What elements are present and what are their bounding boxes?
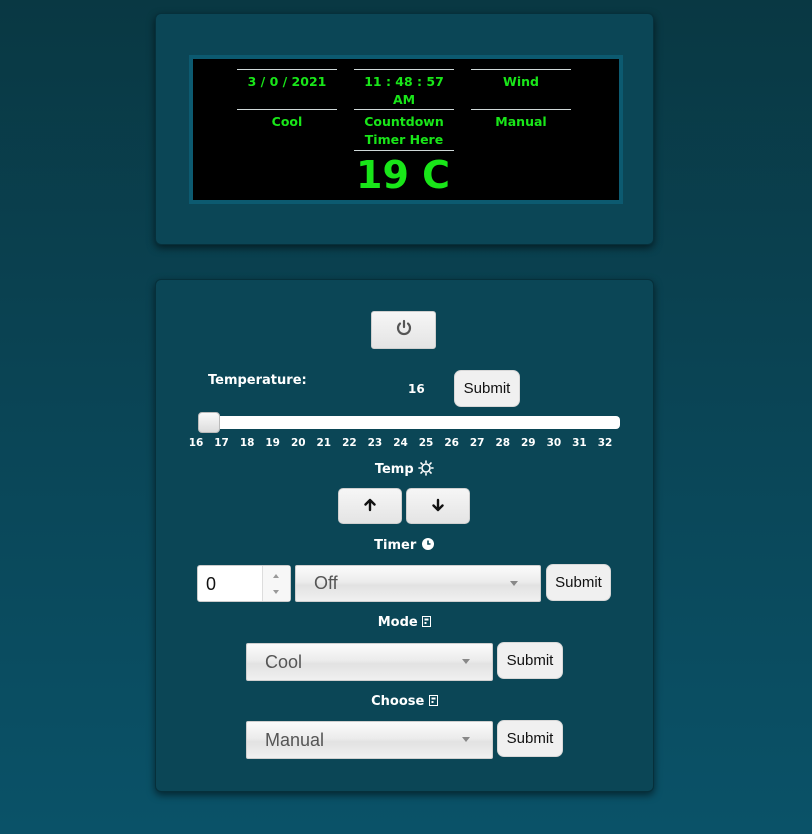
spinner-up-icon[interactable] [273, 574, 279, 578]
slider-tick-label: 25 [418, 437, 434, 449]
timer-select[interactable]: Off [295, 565, 541, 602]
temperature-value: 16 [408, 382, 425, 396]
lcd-mode: Cool [237, 109, 337, 131]
slider-tick-label: 16 [188, 437, 204, 449]
slider-tick-label: 22 [342, 437, 357, 449]
slider-tick-label: 32 [597, 437, 613, 449]
arrow-up-icon [363, 497, 377, 516]
chevron-down-icon [462, 659, 470, 664]
temp-down-button[interactable] [406, 488, 470, 524]
arrow-down-icon [431, 497, 445, 516]
slider-tick-label: 24 [393, 437, 408, 449]
temp-up-button[interactable] [338, 488, 402, 524]
temp-heading: Temp [156, 460, 653, 480]
choose-label: Choose [371, 694, 425, 709]
lcd-time: 11 : 48 : 57 AM [354, 69, 454, 109]
choose-select-value: Manual [265, 729, 325, 750]
temperature-slider[interactable] [198, 412, 620, 433]
chevron-down-icon [510, 580, 518, 586]
timer-spinner[interactable] [262, 566, 290, 601]
lcd-date: 3 / 0 / 2021 [237, 69, 337, 91]
control-panel: Temperature: 16 Submit 16 17 18 19 20 21 22 23 2… [155, 279, 654, 792]
timer-select-value: Off [314, 573, 338, 593]
slider-tick-label: 30 [546, 437, 562, 449]
power-icon [395, 319, 413, 341]
slider-tick-label: 21 [316, 437, 332, 449]
mode-select[interactable]: Cool [246, 643, 493, 681]
slider-tick-label: 17 [214, 437, 229, 449]
mode-label: Mode [377, 615, 418, 630]
clock-icon [421, 537, 435, 555]
slider-tick-label: 29 [521, 437, 536, 449]
mode-select-value: Cool [265, 651, 303, 672]
choose-heading: Choose [156, 694, 653, 710]
remote-icon [422, 616, 432, 631]
slider-tick-label: 27 [469, 437, 485, 449]
timer-label: Timer [374, 538, 417, 553]
remote-icon [428, 695, 438, 710]
lcd-control-mode: Manual [471, 109, 571, 131]
temperature-label: Temperature: [208, 373, 307, 388]
display-panel: 3 / 0 / 2021 11 : 48 : 57 AM Wind Cool C… [155, 13, 654, 245]
timer-number-input[interactable]: 0 [197, 565, 291, 602]
slider-tick-label: 31 [572, 437, 587, 449]
chevron-down-icon [462, 737, 470, 742]
timer-input-value: 0 [206, 574, 217, 594]
timer-submit-button[interactable]: Submit [546, 564, 611, 601]
temp-label: Temp [374, 462, 414, 477]
slider-tick-label: 28 [495, 437, 511, 449]
slider-thumb[interactable] [198, 412, 220, 433]
slider-tick-label: 26 [444, 437, 459, 449]
lcd-screen: 3 / 0 / 2021 11 : 48 : 57 AM Wind Cool C… [189, 55, 623, 204]
choose-select[interactable]: Manual [246, 721, 493, 759]
lcd-countdown: Countdown Timer Here [354, 109, 454, 151]
choose-submit-button[interactable]: Submit [497, 720, 563, 757]
spinner-down-icon[interactable] [273, 590, 279, 594]
slider-tick-label: 23 [367, 437, 383, 449]
power-button[interactable] [371, 311, 436, 349]
timer-heading: Timer [156, 537, 653, 555]
slider-tick-label: 19 [265, 437, 280, 449]
sun-icon [418, 460, 434, 480]
slider-tick-label: 20 [290, 437, 306, 449]
slider-tick-labels: 16 17 18 19 20 21 22 23 24 25 26 27 28 29 30 31 32 [189, 437, 619, 451]
lcd-temperature: 19 C [356, 153, 450, 197]
mode-submit-button[interactable]: Submit [497, 642, 563, 679]
slider-tick-label: 18 [239, 437, 255, 449]
mode-heading: Mode [156, 615, 653, 631]
lcd-wind: Wind [471, 69, 571, 91]
temperature-submit-button[interactable]: Submit [454, 370, 520, 407]
